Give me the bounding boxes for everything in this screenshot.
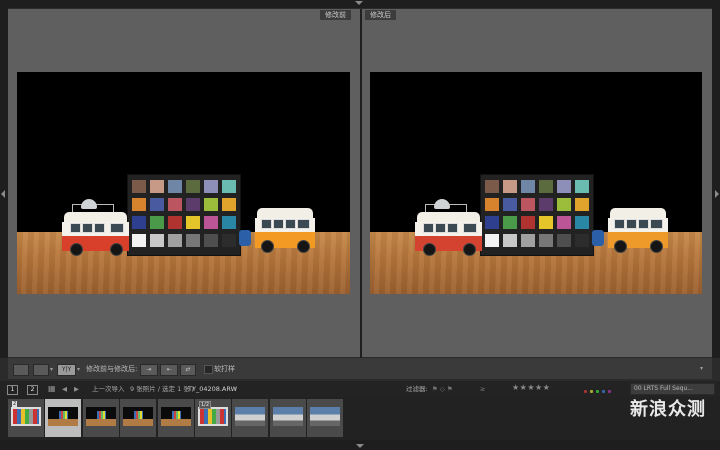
filmstrip-thumbnail[interactable]: 2 <box>8 399 44 437</box>
filename-label[interactable]: TY_04208.ARW <box>188 384 237 394</box>
filmstrip-thumbnail[interactable] <box>158 399 194 437</box>
rating-filter-stars[interactable]: ★★★★★ <box>512 383 550 392</box>
collapse-bottom-panel-icon[interactable] <box>356 444 364 448</box>
filmstrip-thumbnail[interactable] <box>83 399 119 437</box>
photo-count-label: 9 张照片 / 选定 1 张 / <box>130 385 195 393</box>
grid-view-button[interactable] <box>33 364 49 376</box>
thumbnail-image <box>161 407 191 426</box>
orange-toy-bus <box>255 208 315 253</box>
after-label: 修改后 <box>365 10 396 20</box>
right-panel-strip[interactable] <box>712 8 720 358</box>
toolbar-menu-caret-icon[interactable]: ▾ <box>700 365 703 372</box>
loupe-view-button[interactable] <box>13 364 29 376</box>
before-after-mode-button[interactable]: Y|Y <box>57 364 76 376</box>
thumbnail-image <box>273 407 303 426</box>
watermark-logo: 新浪众测 <box>630 399 706 420</box>
copy-after-to-before-button[interactable]: ⇤ <box>160 364 178 376</box>
stack-count-badge[interactable]: 2 <box>12 401 18 407</box>
thumbnail-image <box>48 407 78 426</box>
expand-right-panel-icon[interactable] <box>715 190 719 198</box>
window-1-button[interactable]: 1 <box>7 385 18 395</box>
swap-before-after-button[interactable]: ⇄ <box>180 364 196 376</box>
grid-icon[interactable]: ▦ <box>48 384 56 394</box>
copy-before-to-after-button[interactable]: ⇥ <box>140 364 158 376</box>
thumbnail-image <box>235 407 265 426</box>
source-label[interactable]: 上一次导入 <box>92 384 125 394</box>
flag-filter-icon[interactable]: ⚑ ◇ ⚑ <box>432 384 453 394</box>
blue-toy-car <box>239 230 251 246</box>
thumbnail-image <box>198 407 228 426</box>
red-toy-bus <box>62 199 129 256</box>
orange-toy-bus <box>608 208 668 253</box>
stack-count-badge[interactable]: 1/2 <box>199 401 212 409</box>
filmstrip-thumbnail[interactable] <box>270 399 306 437</box>
compare-label: 修改前与修改后: <box>86 365 138 373</box>
color-checker-chart <box>480 174 594 256</box>
back-arrow-icon[interactable]: ◀ <box>62 384 67 394</box>
blue-toy-car <box>592 230 604 246</box>
filename-caret-icon[interactable]: ▾ <box>234 384 237 394</box>
soft-proof-label: 软打样 <box>214 365 235 373</box>
thumbnail-image <box>86 407 116 426</box>
before-after-caret-icon[interactable]: ▾ <box>77 366 80 373</box>
color-checker-chart <box>127 174 241 256</box>
left-panel-strip[interactable] <box>0 8 8 358</box>
before-label: 修改前 <box>320 10 351 20</box>
thumbnail-image <box>123 407 153 426</box>
thumbnail-image <box>310 407 340 426</box>
forward-arrow-icon[interactable]: ▶ <box>74 384 79 394</box>
pane-divider <box>360 9 362 358</box>
window-2-button[interactable]: 2 <box>27 385 38 395</box>
red-toy-bus <box>415 199 482 256</box>
filmstrip-thumbnail[interactable] <box>45 399 81 437</box>
filter-preset-select[interactable]: 00 LRTS Full Sequ... <box>630 383 715 395</box>
filter-label: 过滤器: <box>406 385 428 393</box>
after-photo[interactable] <box>370 72 702 294</box>
filmstrip-thumbnail[interactable] <box>232 399 268 437</box>
filmstrip-thumbnail[interactable] <box>307 399 343 437</box>
rating-operator-icon[interactable]: ≥ <box>480 384 485 394</box>
view-mode-caret-icon[interactable]: ▾ <box>50 366 53 373</box>
collapse-top-panel-icon[interactable] <box>355 1 363 5</box>
thumbnail-image <box>11 407 41 426</box>
color-label-filter[interactable] <box>584 387 614 395</box>
filmstrip-thumbnail[interactable]: 1/2 <box>195 399 231 437</box>
soft-proof-checkbox[interactable] <box>204 365 213 374</box>
filmstrip-thumbnail[interactable] <box>120 399 156 437</box>
before-photo[interactable] <box>17 72 350 294</box>
expand-left-panel-icon[interactable] <box>1 190 5 198</box>
